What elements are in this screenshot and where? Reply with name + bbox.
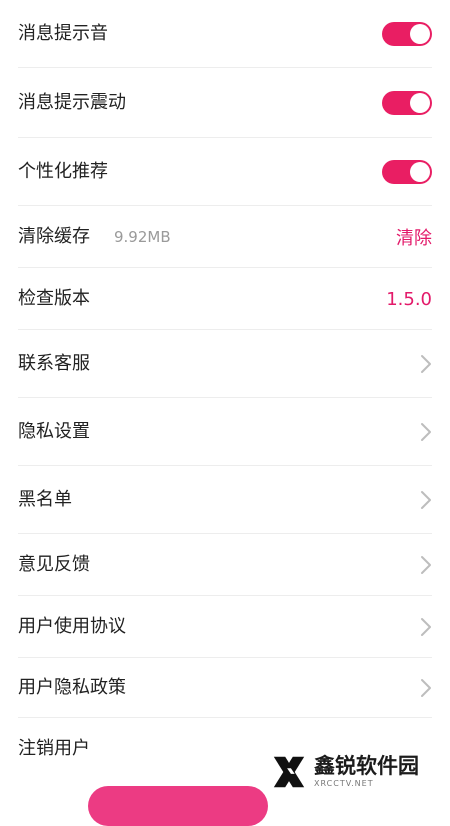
message-sound-toggle[interactable] xyxy=(382,22,432,46)
toggle-knob xyxy=(410,93,430,113)
setting-label: 意见反馈 xyxy=(18,554,90,575)
setting-label: 隐私设置 xyxy=(18,421,90,442)
setting-label: 联系客服 xyxy=(18,353,90,374)
setting-label: 消息提示震动 xyxy=(18,92,126,113)
setting-row-blacklist[interactable]: 黑名单 xyxy=(0,466,450,534)
chevron-right-icon xyxy=(421,618,431,636)
setting-row-feedback[interactable]: 意见反馈 xyxy=(0,534,450,596)
chevron-right-icon xyxy=(421,423,431,441)
chevron-right-icon xyxy=(421,556,431,574)
watermark-logo-icon xyxy=(273,756,305,788)
setting-label: 用户隐私政策 xyxy=(18,677,126,698)
setting-row-privacy-policy[interactable]: 用户隐私政策 xyxy=(0,658,450,718)
setting-row-message-sound[interactable]: 消息提示音 xyxy=(0,0,450,68)
message-vibration-toggle[interactable] xyxy=(382,91,432,115)
cache-size: 9.92MB xyxy=(114,228,171,246)
setting-row-contact-support[interactable]: 联系客服 xyxy=(0,330,450,398)
watermark-text: 鑫锐软件园 XRCCTV.NET xyxy=(314,754,419,789)
watermark-subtitle: XRCCTV.NET xyxy=(314,779,374,788)
setting-label: 黑名单 xyxy=(18,489,72,510)
setting-label: 注销用户 xyxy=(18,738,90,759)
setting-row-user-agreement[interactable]: 用户使用协议 xyxy=(0,596,450,658)
setting-label: 检查版本 xyxy=(18,288,90,309)
chevron-right-icon xyxy=(421,491,431,509)
setting-label: 个性化推荐 xyxy=(18,161,108,182)
setting-label: 用户使用协议 xyxy=(18,616,126,637)
setting-row-personalized[interactable]: 个性化推荐 xyxy=(0,138,450,206)
chevron-right-icon xyxy=(421,679,431,697)
personalized-recommend-toggle[interactable] xyxy=(382,160,432,184)
toggle-knob xyxy=(410,24,430,44)
clear-cache-button[interactable]: 清除 xyxy=(396,224,432,250)
version-number: 1.5.0 xyxy=(386,288,432,310)
bottom-action-button[interactable] xyxy=(88,786,268,826)
setting-row-message-vibration[interactable]: 消息提示震动 xyxy=(0,68,450,138)
setting-row-clear-cache[interactable]: 清除缓存 9.92MB 清除 xyxy=(0,206,450,268)
chevron-right-icon xyxy=(421,355,431,373)
setting-row-check-version[interactable]: 检查版本 1.5.0 xyxy=(0,268,450,330)
toggle-knob xyxy=(410,162,430,182)
setting-label: 清除缓存 xyxy=(18,226,90,247)
setting-label: 消息提示音 xyxy=(18,23,108,44)
setting-row-privacy-settings[interactable]: 隐私设置 xyxy=(0,398,450,466)
watermark-title: 鑫锐软件园 xyxy=(314,754,419,778)
watermark: 鑫锐软件园 XRCCTV.NET xyxy=(270,750,440,794)
